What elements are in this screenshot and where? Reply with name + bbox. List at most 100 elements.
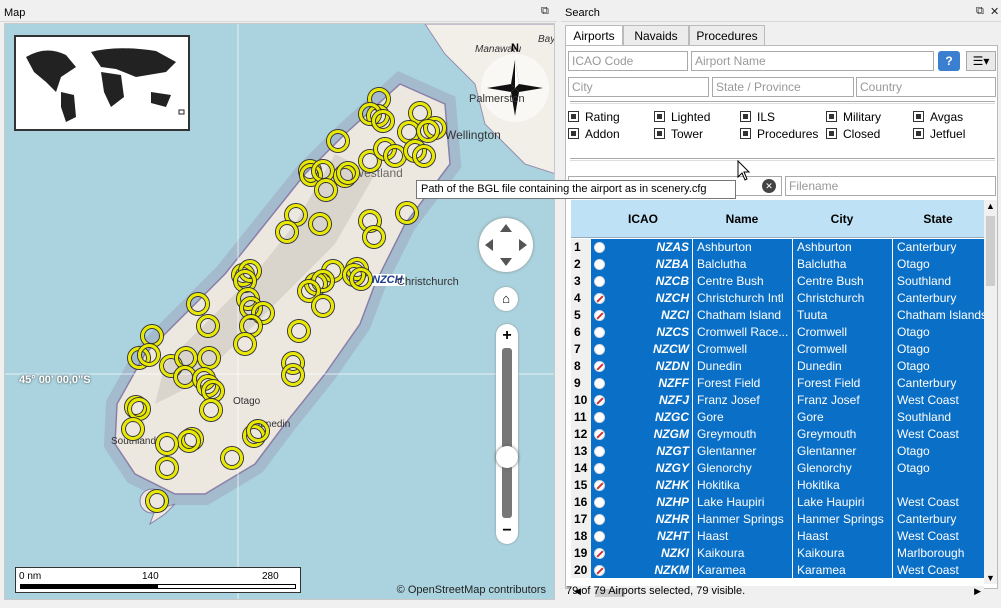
filter-checkbox-jetfuel[interactable]: Jetfuel: [913, 127, 965, 141]
scroll-up-icon[interactable]: ▲: [986, 201, 995, 211]
search-dock-titlebar[interactable]: Search ⧉ ✕: [561, 4, 1001, 22]
scroll-right-icon[interactable]: ▶: [974, 586, 981, 597]
pan-control[interactable]: [479, 218, 533, 272]
airport-marker[interactable]: [288, 320, 310, 342]
filter-checkbox-lighted[interactable]: Lighted: [654, 110, 710, 124]
filter-checkbox-closed[interactable]: Closed: [826, 127, 880, 141]
map-view[interactable]: N Palmerston Wellington Otago Southland …: [4, 23, 555, 600]
table-row[interactable]: 2 NZBA Balclutha Balclutha Otago: [571, 256, 985, 273]
airport-marker[interactable]: [337, 162, 359, 184]
table-row[interactable]: 13 NZGT Glentanner Glentanner Otago: [571, 443, 985, 460]
airport-marker[interactable]: [315, 179, 337, 201]
airport-marker[interactable]: [200, 399, 222, 421]
airport-name-input[interactable]: Airport Name: [691, 51, 934, 71]
airport-marker[interactable]: [417, 120, 439, 142]
table-cell-city: Haast: [793, 528, 893, 545]
table-row[interactable]: 7 NZCW Cromwell Cromwell Otago: [571, 341, 985, 358]
table-row[interactable]: 15 NZHK Hokitika Hokitika: [571, 477, 985, 494]
airport-marker[interactable]: [350, 268, 372, 290]
airport-marker[interactable]: [197, 315, 219, 337]
table-row[interactable]: 20 NZKM Karamea Karamea West Coast: [571, 562, 985, 578]
table-row[interactable]: 8 NZDN Dunedin Dunedin Otago: [571, 358, 985, 375]
clear-icon[interactable]: ✕: [762, 179, 776, 193]
table-cell-state: [893, 477, 985, 494]
table-row[interactable]: 16 NZHP Lake Haupiri Lake Haupiri West Coast: [571, 494, 985, 511]
zoom-handle[interactable]: [496, 446, 518, 468]
column-header-state[interactable]: State: [893, 212, 983, 226]
column-header-city[interactable]: City: [793, 212, 891, 226]
airport-marker[interactable]: [372, 110, 394, 132]
airport-marker[interactable]: [312, 295, 334, 317]
airport-marker[interactable]: [327, 130, 349, 152]
filter-checkbox-rating[interactable]: Rating: [568, 110, 620, 124]
filter-checkbox-tower[interactable]: Tower: [654, 127, 703, 141]
airport-marker[interactable]: [138, 344, 160, 366]
menu-button[interactable]: ☰▾: [966, 51, 996, 71]
airport-marker[interactable]: [221, 447, 243, 469]
table-cell-state: Canterbury: [893, 511, 985, 528]
table-row[interactable]: 9 NZFF Forest Field Forest Field Canterbury: [571, 375, 985, 392]
table-row[interactable]: 14 NZGY Glenorchy Glenorchy Otago: [571, 460, 985, 477]
table-cell-icao: NZKI: [591, 545, 693, 562]
filter-checkbox-avgas[interactable]: Avgas: [913, 110, 963, 124]
table-row[interactable]: 12 NZGM Greymouth Greymouth West Coast: [571, 426, 985, 443]
airport-marker[interactable]: [247, 420, 269, 442]
airport-marker[interactable]: [187, 293, 209, 315]
airport-marker[interactable]: [122, 418, 144, 440]
zoom-in-button[interactable]: +: [497, 326, 517, 346]
airport-marker[interactable]: [178, 430, 200, 452]
filter-checkbox-ils[interactable]: ILS: [740, 110, 775, 124]
home-button[interactable]: ⌂: [494, 287, 518, 311]
scrollbar-thumb[interactable]: [986, 216, 995, 286]
table-row[interactable]: 17 NZHR Hanmer Springs Hanmer Springs Canter…: [571, 511, 985, 528]
column-header-icao[interactable]: ICAO: [595, 212, 691, 226]
table-row[interactable]: 5 NZCI Chatham Island Tuuta Chatham Islands: [571, 307, 985, 324]
filter-checkbox-procedures[interactable]: Procedures: [740, 127, 818, 141]
table-row[interactable]: 10 NZFJ Franz Josef Franz Josef West Coast: [571, 392, 985, 409]
zoom-out-button[interactable]: −: [497, 521, 517, 541]
checkbox-indeterminate-icon: [913, 111, 924, 122]
country-input[interactable]: Country: [856, 77, 996, 97]
vertical-scrollbar[interactable]: ▲ ▼: [984, 200, 997, 584]
scroll-down-icon[interactable]: ▼: [986, 573, 995, 583]
airport-marker[interactable]: [156, 433, 178, 455]
close-icon[interactable]: ✕: [990, 5, 999, 18]
airport-marker[interactable]: [396, 202, 418, 224]
table-row[interactable]: 19 NZKI Kaikoura Kaikoura Marlborough: [571, 545, 985, 562]
airport-marker[interactable]: [276, 221, 298, 243]
airport-marker[interactable]: [156, 457, 178, 479]
table-row[interactable]: 11 NZGC Gore Gore Southland: [571, 409, 985, 426]
airport-marker[interactable]: [309, 213, 331, 235]
city-input[interactable]: City: [568, 77, 709, 97]
tab-navaids[interactable]: Navaids: [623, 25, 689, 46]
table-row[interactable]: 3 NZCB Centre Bush Centre Bush Southland: [571, 273, 985, 290]
icao-code-input[interactable]: ICAO Code: [568, 51, 688, 71]
airport-marker[interactable]: [146, 490, 168, 512]
filter-checkbox-military[interactable]: Military: [826, 110, 881, 124]
airport-type-icon: [594, 327, 605, 338]
float-window-icon[interactable]: ⧉: [541, 5, 549, 18]
world-overview-minimap[interactable]: [14, 35, 190, 131]
filename-input[interactable]: Filename: [785, 176, 996, 196]
airport-marker[interactable]: [128, 398, 150, 420]
table-row[interactable]: 1 NZAS Ashburton Ashburton Canterbury: [571, 239, 985, 256]
airport-marker[interactable]: [234, 333, 256, 355]
airport-marker[interactable]: [282, 364, 304, 386]
map-dock-titlebar[interactable]: Map ⧉: [0, 4, 557, 22]
table-row[interactable]: 6 NZCS Cromwell Race... Cromwell Otago: [571, 324, 985, 341]
divider: [570, 101, 995, 104]
zoom-slider[interactable]: + −: [496, 324, 518, 544]
tab-procedures[interactable]: Procedures: [689, 25, 765, 46]
airport-marker[interactable]: [413, 145, 435, 167]
table-row[interactable]: 4 NZCH Christchurch Intl Christchurch Canter…: [571, 290, 985, 307]
table-row[interactable]: 18 NZHT Haast Haast West Coast: [571, 528, 985, 545]
help-icon[interactable]: ?: [938, 51, 960, 71]
float-window-icon[interactable]: ⧉: [976, 5, 984, 18]
column-header-name[interactable]: Name: [693, 212, 791, 226]
state-province-input[interactable]: State / Province: [712, 77, 854, 97]
airport-marker[interactable]: [198, 347, 220, 369]
airport-marker[interactable]: [384, 145, 406, 167]
airport-marker[interactable]: [363, 226, 385, 248]
filter-checkbox-addon[interactable]: Addon: [568, 127, 620, 141]
tab-airports[interactable]: Airports: [565, 25, 623, 47]
